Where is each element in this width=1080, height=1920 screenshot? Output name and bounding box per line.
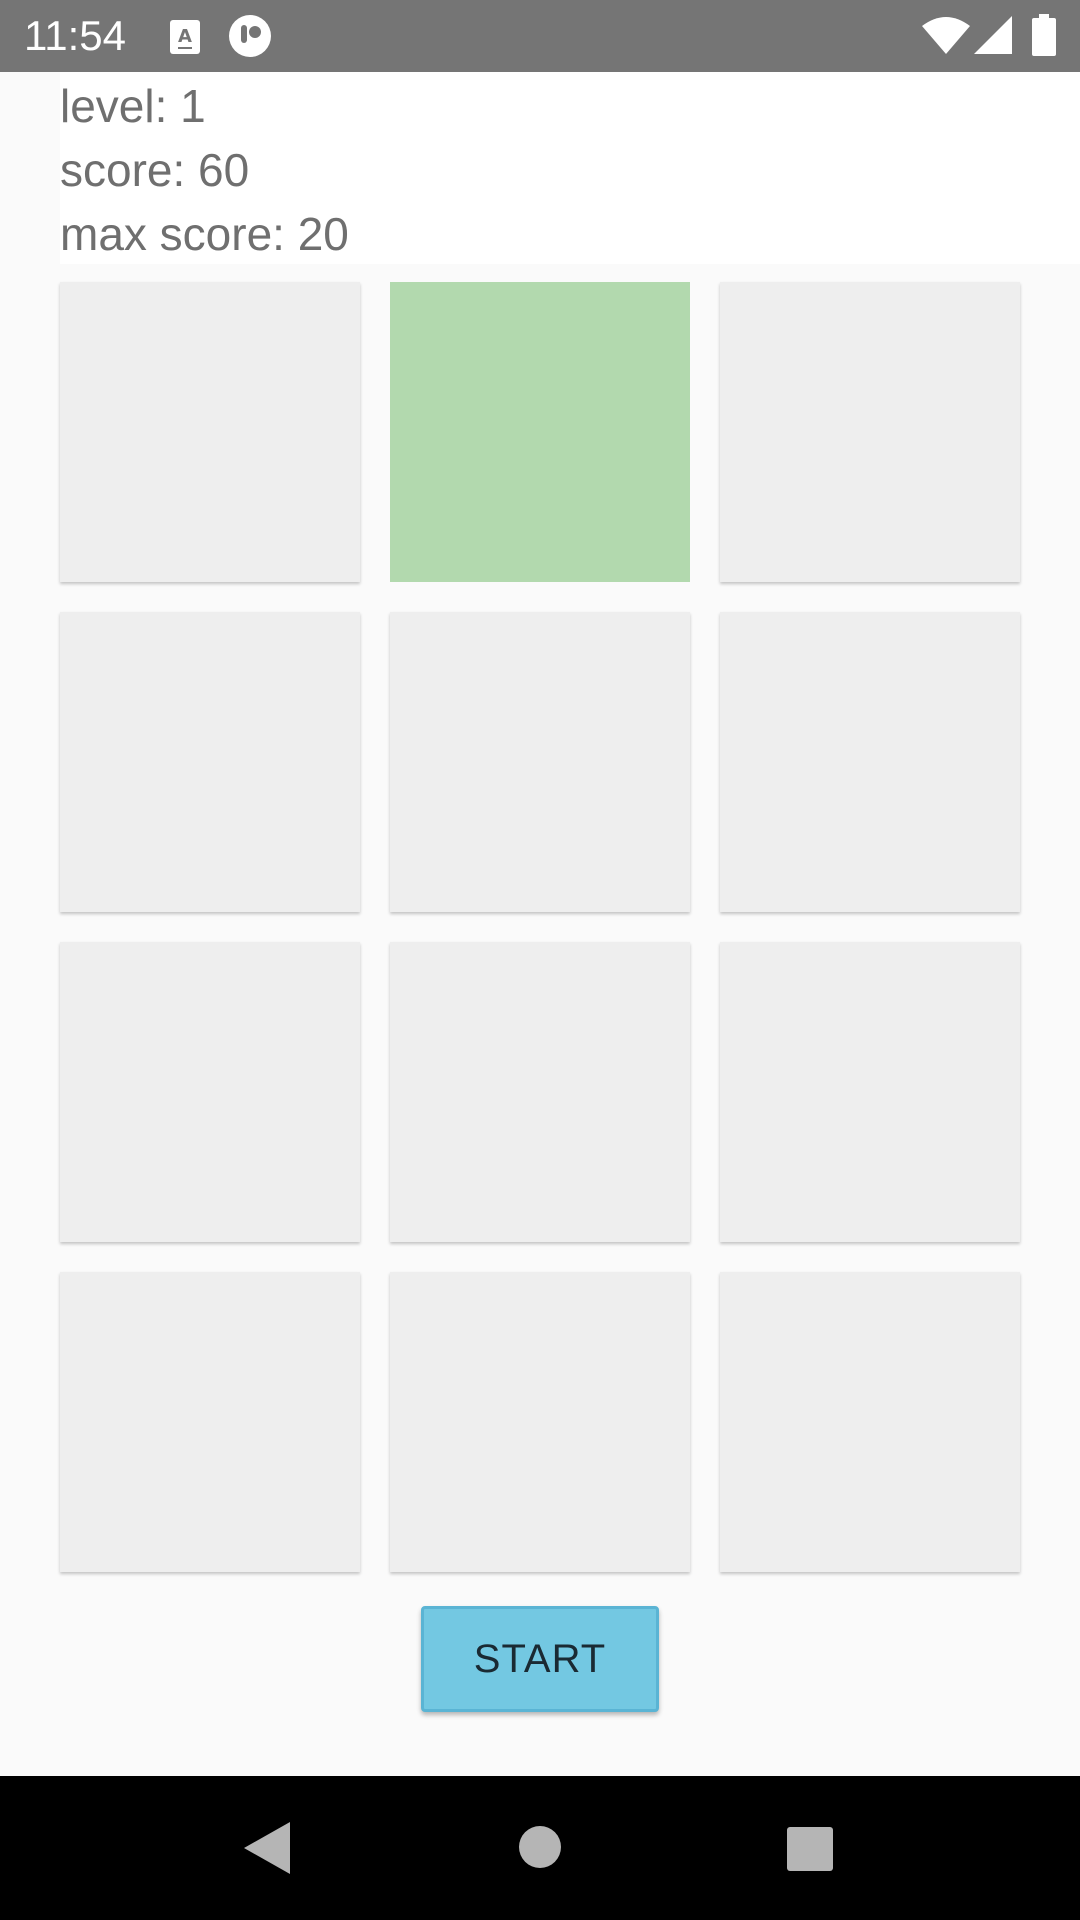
recents-icon[interactable] [787, 1827, 833, 1876]
wifi-icon [922, 16, 970, 61]
home-icon[interactable] [519, 1826, 561, 1873]
back-icon[interactable] [244, 1822, 290, 1879]
grid-tile-3-1[interactable] [60, 942, 360, 1242]
grid-tile-4-3[interactable] [720, 1272, 1020, 1572]
svg-text:A: A [178, 26, 192, 47]
cellular-signal-icon [974, 16, 1012, 61]
grid-tile-2-3[interactable] [720, 612, 1020, 912]
score-panel: level: 1 score: 60 max score: 20 [60, 72, 1080, 264]
grid-tile-3-3[interactable] [720, 942, 1020, 1242]
level-label: level: 1 [60, 80, 206, 132]
grid-tile-3-2[interactable] [390, 942, 690, 1242]
score-label: score: 60 [60, 144, 250, 196]
status-time: 11:54 [24, 12, 126, 59]
start-button[interactable]: START [421, 1606, 659, 1712]
grid-tile-4-2[interactable] [390, 1272, 690, 1572]
navigation-bar [0, 1776, 1080, 1920]
status-bar: 11:54 A [0, 0, 1080, 72]
battery-icon [1032, 14, 1056, 61]
grid-tile-4-1[interactable] [60, 1272, 360, 1572]
grid-tile-1-1[interactable] [60, 282, 360, 582]
grid-tile-1-3[interactable] [720, 282, 1020, 582]
grid-tile-2-1[interactable] [60, 612, 360, 912]
max-score-label: max score: 20 [60, 208, 349, 260]
grid-tile-1-2-highlighted[interactable] [390, 282, 690, 582]
timer-app-icon [228, 14, 272, 63]
grid-tile-2-2[interactable] [390, 612, 690, 912]
font-download-icon: A [170, 20, 200, 59]
